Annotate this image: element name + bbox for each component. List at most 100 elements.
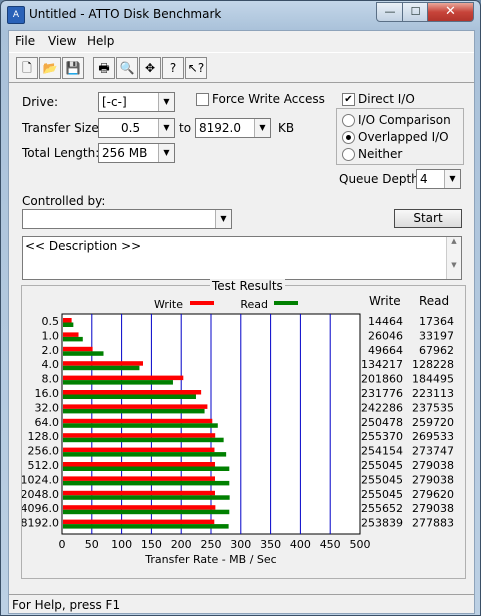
chevron-down-icon[interactable]: ▼: [254, 119, 270, 137]
read-bar: [63, 452, 227, 457]
new-icon[interactable]: 🗋: [16, 57, 38, 79]
maximize-button[interactable]: ☐: [402, 2, 429, 22]
read-bar: [63, 322, 74, 327]
legend-write-label: Write: [154, 298, 183, 311]
menu-bar: File View Help: [9, 31, 474, 52]
description-field[interactable]: << Description >> ▲ ▼: [22, 236, 462, 280]
drive-value: [-c-]: [102, 95, 127, 109]
test-results-panel: Test Results 0 50 100 150 200 250 300 350 400 450…: [21, 279, 466, 579]
menu-view[interactable]: View: [48, 34, 76, 48]
write-bar: [63, 390, 202, 395]
read-bar: [63, 480, 230, 486]
x-tick-label: 300: [230, 538, 251, 551]
controlled-by-select[interactable]: ▼: [22, 209, 232, 229]
read-value: 269533: [412, 430, 454, 443]
drive-select[interactable]: [-c-] ▼: [98, 92, 175, 112]
read-bar: [63, 524, 229, 529]
y-tick-label: 1024.0: [22, 473, 59, 486]
queue-depth-select[interactable]: 4 ▼: [416, 169, 461, 189]
total-length-label: Total Length:: [22, 146, 100, 160]
start-button[interactable]: Start: [394, 209, 462, 228]
x-tick-label: 0: [59, 538, 66, 551]
close-button[interactable]: ✕: [427, 2, 474, 22]
chevron-down-icon[interactable]: ▼: [158, 144, 174, 162]
write-value: 49664: [368, 344, 403, 357]
drive-label: Drive:: [22, 95, 59, 109]
minimize-button[interactable]: —: [376, 2, 404, 22]
total-length-select[interactable]: 256 MB ▼: [98, 143, 175, 163]
menu-file[interactable]: File: [15, 34, 35, 48]
write-column-header: Write: [369, 294, 401, 308]
write-bar: [63, 346, 93, 352]
read-value: 277883: [412, 517, 454, 530]
context-help-icon[interactable]: ↖?: [185, 57, 207, 79]
x-tick-label: 200: [171, 538, 192, 551]
legend-read-label: Read: [240, 298, 268, 311]
description-scrollbar[interactable]: ▲ ▼: [446, 237, 461, 279]
x-tick-label: 400: [290, 538, 311, 551]
write-bar: [63, 447, 215, 453]
transfer-size-to-select[interactable]: 8192.0 ▼: [195, 118, 271, 138]
write-bar: [63, 505, 216, 510]
y-tick-label: 64.0: [35, 416, 60, 429]
neither-label: Neither: [358, 147, 403, 161]
y-tick-label: 256.0: [28, 445, 60, 458]
read-value: 259720: [412, 416, 454, 429]
neither-radio[interactable]: [342, 148, 355, 161]
toolbar: 🗋 📂 💾 🖶 🔍 ✥ ? ↖?: [9, 52, 474, 83]
title-bar[interactable]: A Untitled - ATTO Disk Benchmark — ☐ ✕: [1, 1, 480, 29]
read-value: 279620: [412, 488, 454, 501]
read-bar: [63, 394, 196, 399]
transfer-size-from-select[interactable]: 0.5 ▼: [98, 118, 175, 138]
read-column-header: Read: [419, 294, 450, 308]
x-tick-label: 250: [201, 538, 222, 551]
y-tick-label: 16.0: [35, 387, 60, 400]
open-icon[interactable]: 📂: [39, 57, 61, 79]
window-title: Untitled - ATTO Disk Benchmark: [29, 7, 222, 21]
direct-io-checkbox[interactable]: ✔: [342, 93, 355, 106]
chevron-down-icon[interactable]: ▼: [158, 119, 174, 137]
y-tick-label: 1.0: [42, 329, 60, 342]
help-icon[interactable]: ?: [162, 57, 184, 79]
y-tick-label: 32.0: [35, 401, 60, 414]
save-icon[interactable]: 💾: [62, 57, 84, 79]
status-text: For Help, press F1: [12, 598, 121, 612]
menu-help[interactable]: Help: [87, 34, 114, 48]
y-tick-label: 4.0: [42, 358, 60, 371]
chevron-down-icon[interactable]: ▼: [215, 210, 231, 228]
move-icon[interactable]: ✥: [139, 57, 161, 79]
description-text: << Description >>: [25, 239, 142, 253]
write-value: 242286: [361, 401, 403, 414]
y-tick-label: 2.0: [42, 344, 60, 357]
transfer-size-unit: KB: [278, 121, 295, 135]
read-bar: [63, 351, 104, 356]
print-icon[interactable]: 🖶: [93, 57, 115, 79]
print-preview-icon[interactable]: 🔍: [116, 57, 138, 79]
read-value: 273747: [412, 445, 454, 458]
transfer-size-from-value: 0.5: [121, 121, 141, 135]
read-value: 237535: [412, 401, 454, 414]
status-bar: For Help, press F1: [9, 594, 474, 614]
chevron-down-icon[interactable]: ▼: [158, 93, 174, 111]
read-bar: [63, 336, 83, 342]
write-value: 253839: [361, 517, 403, 530]
force-write-checkbox[interactable]: [196, 93, 209, 106]
read-value: 279038: [412, 473, 454, 486]
controlled-by-label: Controlled by:: [22, 194, 106, 208]
direct-io-label: Direct I/O: [358, 92, 415, 106]
y-tick-label: 0.5: [42, 315, 60, 328]
write-value: 255045: [361, 488, 403, 501]
chevron-down-icon[interactable]: ▼: [444, 170, 460, 188]
write-bar: [63, 332, 79, 337]
write-bar: [63, 318, 72, 323]
read-bar: [63, 495, 230, 500]
io-comparison-radio[interactable]: [342, 114, 355, 127]
write-bar: [63, 361, 143, 366]
overlapped-io-radio[interactable]: [342, 131, 355, 144]
read-value: 17364: [419, 315, 454, 328]
read-value: 279038: [412, 459, 454, 472]
read-bar: [63, 466, 230, 471]
x-tick-label: 50: [85, 538, 99, 551]
write-value: 134217: [361, 358, 403, 371]
write-bar: [63, 404, 208, 409]
